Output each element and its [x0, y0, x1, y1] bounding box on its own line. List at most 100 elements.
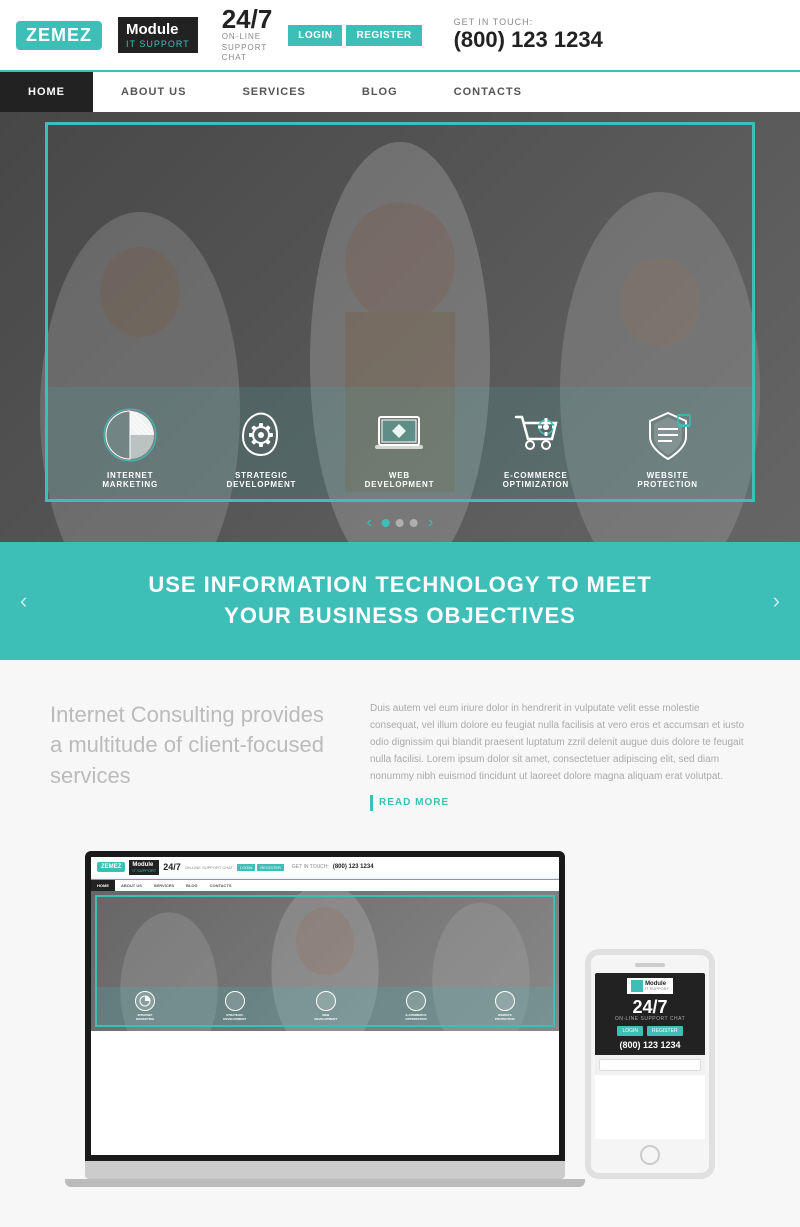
- phone-number: (800) 123 1234: [454, 27, 603, 53]
- laptop-mini-icon-label-2: STRATEGICDEVELOPMENT: [223, 1013, 246, 1021]
- zemez-logo: ZEMEZ: [16, 21, 102, 50]
- laptop-screen: ZEMEZ Module IT SUPPORT 24/7 ON-LINE SUP…: [85, 851, 565, 1161]
- phone-search-bar[interactable]: [599, 1059, 701, 1071]
- laptop-mini-icon-circle-5: [495, 991, 515, 1011]
- nav-item-home[interactable]: HOME: [0, 72, 93, 112]
- laptop-mini-icons: INTERNETMARKETING STRATEGICDEVELOPMENT W…: [97, 987, 553, 1025]
- laptop-mini-nav-home: HOME: [91, 880, 115, 891]
- laptop-mini-icon-label-1: INTERNETMARKETING: [136, 1013, 154, 1021]
- phone-phone-number: (800) 123 1234: [619, 1040, 680, 1050]
- icon-label-ecommerce: E-COMMERCE OPTIMIZATION: [503, 471, 569, 489]
- phone-module-sub: IT SUPPORT: [645, 987, 669, 991]
- content-section: Internet Consulting provides a multitude…: [0, 660, 800, 851]
- availability-block: 24/7 ON-LINE SUPPORT CHAT: [222, 6, 273, 63]
- availability-text: 24/7: [222, 6, 273, 32]
- phone-auth-buttons: LOGIN REGISTER: [617, 1026, 682, 1036]
- laptop-mini-btns: LOGIN REGISTER: [237, 864, 284, 871]
- laptop-mini-header: ZEMEZ Module IT SUPPORT 24/7 ON-LINE SUP…: [91, 857, 559, 879]
- contact-block: GET IN TOUCH: (800) 123 1234: [454, 17, 603, 53]
- laptop-mockup: ZEMEZ Module IT SUPPORT 24/7 ON-LINE SUP…: [85, 851, 565, 1187]
- availability-sub: ON-LINE SUPPORT CHAT: [222, 32, 273, 63]
- laptop-mini-icon-circle-1: [135, 991, 155, 1011]
- laptop-mini-icon-circle-2: [225, 991, 245, 1011]
- laptop-mini-icon-3: WEBDEVELOPMENT: [314, 991, 337, 1021]
- nav-item-blog[interactable]: BLOG: [334, 72, 426, 112]
- read-more-link[interactable]: READ MORE: [379, 797, 449, 808]
- laptop-mini-phone: (800) 123 1234: [333, 864, 374, 870]
- devices-section: ZEMEZ Module IT SUPPORT 24/7 ON-LINE SUP…: [0, 851, 800, 1227]
- icon-label-protection: WEBSITE PROTECTION: [637, 471, 697, 489]
- brain-gear-icon: [233, 407, 289, 463]
- login-button[interactable]: LOGIN: [288, 25, 342, 46]
- slider-next-button[interactable]: ›: [428, 514, 433, 532]
- phone-login-btn[interactable]: LOGIN: [617, 1026, 643, 1036]
- get-in-touch-label: GET IN TOUCH:: [454, 17, 603, 27]
- laptop-screen-content: ZEMEZ Module IT SUPPORT 24/7 ON-LINE SUP…: [91, 857, 559, 1155]
- content-left-column: Internet Consulting provides a multitude…: [50, 700, 330, 811]
- laptop-mini-sub: ON-LINE SUPPORT CHAT: [185, 865, 233, 870]
- phone-mockup: Module IT SUPPORT 24/7 ON-LINE SUPPORT C…: [585, 949, 715, 1179]
- phone-register-btn[interactable]: REGISTER: [647, 1026, 683, 1036]
- phone-home-button[interactable]: [640, 1145, 660, 1165]
- laptop-mini-nav-blog: BLOG: [180, 880, 204, 891]
- content-right-column: Duis autem vel eum iriure dolor in hendr…: [370, 700, 750, 811]
- cart-gear-icon: [508, 407, 564, 463]
- register-button[interactable]: REGISTER: [346, 25, 421, 46]
- slider-prev-button[interactable]: ‹: [367, 514, 372, 532]
- laptop-mini-247: 24/7: [163, 862, 181, 872]
- slider-navigation: ‹ ›: [367, 514, 434, 532]
- nav-item-contacts[interactable]: CONTACTS: [426, 72, 550, 112]
- module-title: Module: [126, 21, 190, 39]
- laptop-mini-icon-label-3: WEBDEVELOPMENT: [314, 1013, 337, 1021]
- pie-chart-icon: [102, 407, 158, 463]
- icon-label-strategic: STRATEGIC DEVELOPMENT: [227, 471, 297, 489]
- hero-slider: INTERNET MARKETING: [0, 112, 800, 542]
- icon-website-protection: WEBSITE PROTECTION: [637, 407, 697, 489]
- slider-dots: [382, 519, 418, 527]
- icon-strategic-development: STRATEGIC DEVELOPMENT: [227, 407, 297, 489]
- nav-item-about[interactable]: ABOUT US: [93, 72, 214, 112]
- laptop-mini-nav-services: SERVICES: [148, 880, 180, 891]
- phone-screen-content: Module IT SUPPORT 24/7 ON-LINE SUPPORT C…: [595, 973, 705, 1139]
- banner-section: ‹ USE INFORMATION TECHNOLOGY TO MEET YOU…: [0, 542, 800, 660]
- laptop-mini-contact: GET IN TOUCH:: [292, 864, 329, 870]
- laptop-mini-icon-4: E-COMMERCEOPTIMIZATION: [405, 991, 426, 1021]
- phone-header-dark: Module IT SUPPORT 24/7 ON-LINE SUPPORT C…: [595, 973, 705, 1055]
- phone-module-badge: Module IT SUPPORT: [627, 978, 673, 994]
- phone-teal-bar: [631, 980, 643, 992]
- laptop-mini-nav: HOME ABOUT US SERVICES BLOG CONTACTS: [91, 879, 559, 891]
- laptop-mini-nav-contacts: CONTACTS: [204, 880, 238, 891]
- laptop-base: [85, 1161, 565, 1179]
- phone-search-area: [595, 1055, 705, 1075]
- nav-item-services[interactable]: SERVICES: [214, 72, 333, 112]
- icon-internet-marketing: INTERNET MARKETING: [102, 407, 158, 489]
- module-subtitle: IT SUPPORT: [126, 39, 190, 50]
- laptop-mini-login: LOGIN: [237, 864, 255, 871]
- banner-next-button[interactable]: ›: [773, 588, 780, 614]
- laptop-mini-zemez: ZEMEZ: [97, 862, 125, 872]
- laptop-mini-icon-circle-3: [316, 991, 336, 1011]
- phone-speaker: [635, 963, 665, 967]
- slider-dot-3[interactable]: [410, 519, 418, 527]
- shield-icon: [640, 407, 696, 463]
- banner-prev-button[interactable]: ‹: [20, 588, 27, 614]
- laptop-mini-icon-2: STRATEGICDEVELOPMENT: [223, 991, 246, 1021]
- slider-dot-2[interactable]: [396, 519, 404, 527]
- hero-frame: INTERNET MARKETING: [45, 122, 755, 502]
- content-heading: Internet Consulting provides a multitude…: [50, 700, 330, 792]
- laptop-mini-register: REGISTER: [257, 864, 283, 871]
- laptop-mini-icon-1: INTERNETMARKETING: [135, 991, 155, 1021]
- icon-label-marketing: INTERNET MARKETING: [102, 471, 158, 489]
- laptop-mini-icon-label-4: E-COMMERCEOPTIMIZATION: [405, 1013, 426, 1021]
- read-more-bar: [370, 795, 373, 811]
- hero-frame-top: [48, 125, 752, 387]
- phone-mini-site: Module IT SUPPORT 24/7 ON-LINE SUPPORT C…: [595, 973, 705, 1139]
- laptop-diamond-icon: [371, 407, 427, 463]
- phone-body: Module IT SUPPORT 24/7 ON-LINE SUPPORT C…: [585, 949, 715, 1179]
- auth-buttons: LOGIN REGISTER: [288, 25, 421, 46]
- slider-dot-1[interactable]: [382, 519, 390, 527]
- read-more-container: READ MORE: [370, 795, 750, 811]
- main-navigation: HOME ABOUT US SERVICES BLOG CONTACTS: [0, 70, 800, 112]
- site-header: ZEMEZ Module IT SUPPORT 24/7 ON-LINE SUP…: [0, 0, 800, 70]
- phone-online-chat: ON-LINE SUPPORT CHAT: [615, 1016, 685, 1022]
